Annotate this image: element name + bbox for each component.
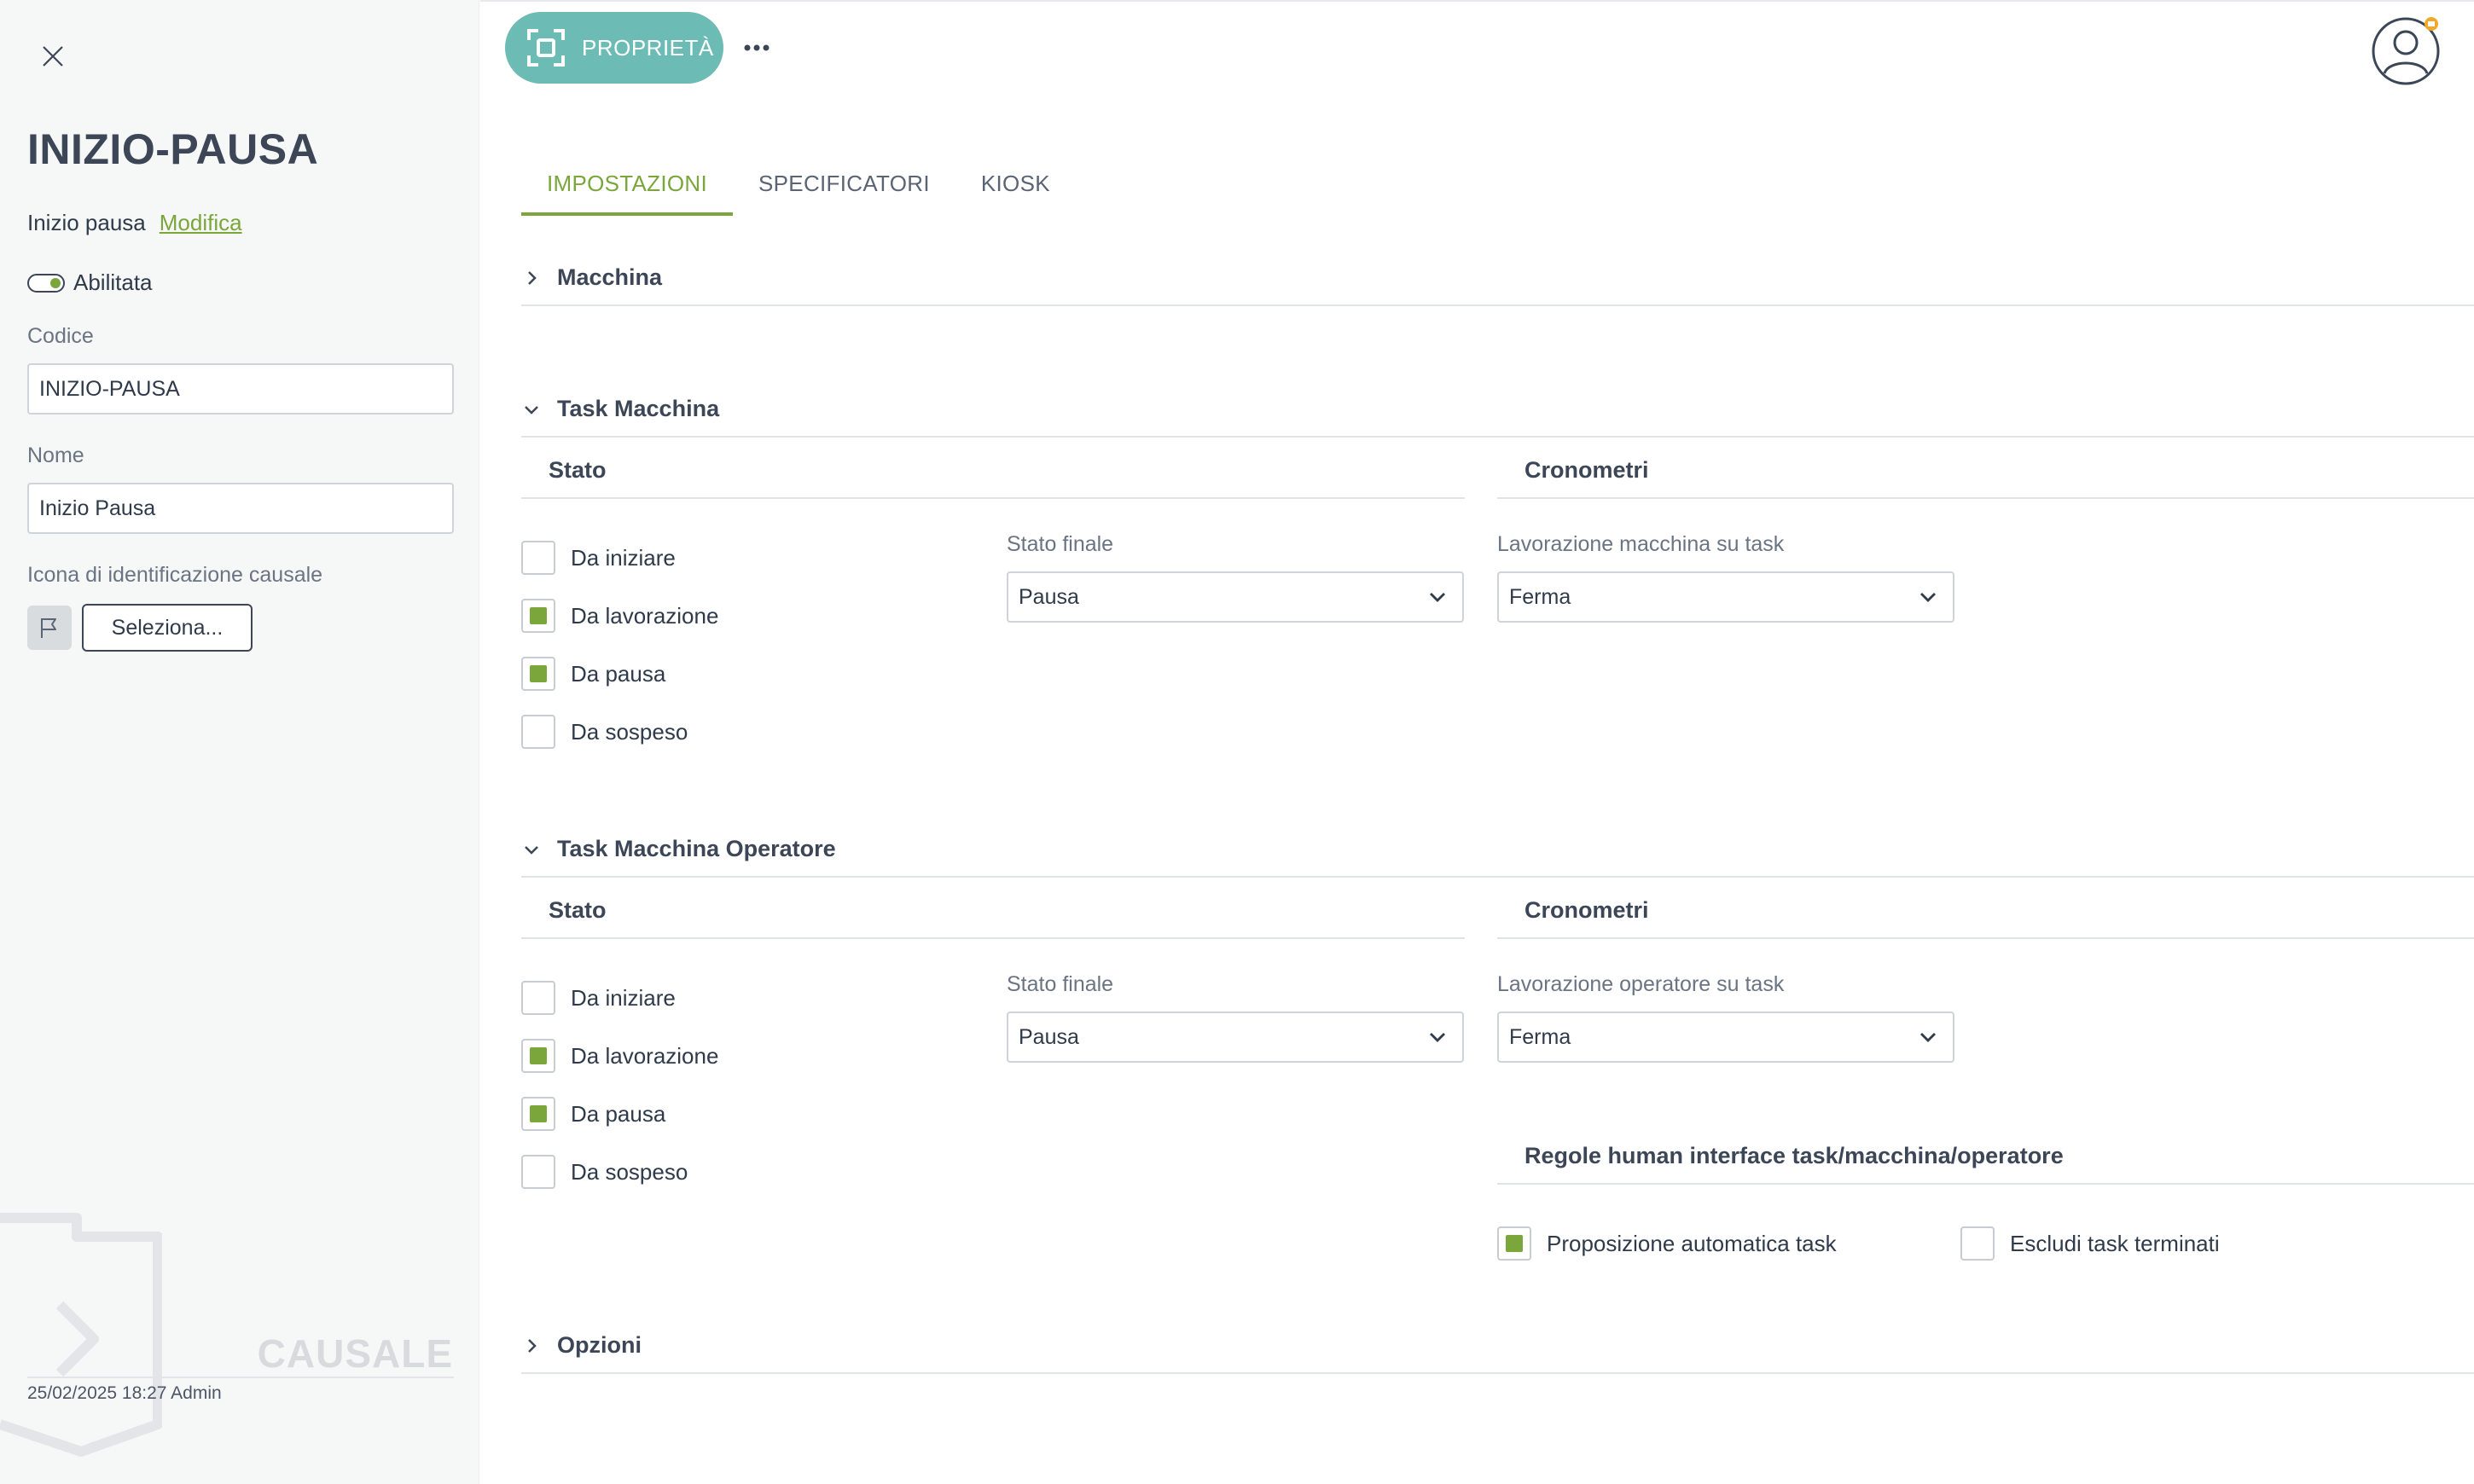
description-row: Inizio pausa Modifica	[27, 210, 242, 236]
chevron-down-icon	[525, 845, 538, 855]
footer-divider	[27, 1377, 454, 1378]
close-button[interactable]	[38, 41, 68, 72]
tmo-final-state-label: Stato finale	[1007, 972, 1114, 996]
more-options-button[interactable]	[736, 32, 777, 63]
edit-link[interactable]: Modifica	[160, 210, 242, 236]
tab-bar: IMPOSTAZIONI SPECIFICATORI KIOSK	[521, 160, 1076, 216]
tmo-checkbox-da-pausa[interactable]: Da pausa	[521, 1097, 665, 1131]
chevron-down-icon	[1430, 1033, 1445, 1042]
tm-final-state-select[interactable]: Pausa	[1007, 571, 1464, 623]
tmo-timer-select[interactable]: Ferma	[1497, 1012, 1954, 1063]
code-input[interactable]	[27, 363, 454, 414]
section-macchina-title: Macchina	[557, 264, 663, 290]
user-icon	[2372, 17, 2440, 85]
selected-value: Pausa	[1019, 1024, 1079, 1049]
cause-watermark-icon	[0, 1213, 162, 1457]
tmo-state-header: Stato	[521, 897, 1465, 939]
tm-timer-select[interactable]: Ferma	[1497, 571, 1954, 623]
section-opzioni[interactable]: Opzioni	[521, 1332, 2474, 1374]
tab-specificatori[interactable]: SPECIFICATORI	[733, 160, 955, 216]
enabled-toggle-row: Abilitata	[27, 270, 153, 296]
tm-checkbox-da-sospeso[interactable]: Da sospeso	[521, 715, 688, 749]
section-task-macchina-operatore[interactable]: Task Macchina Operatore	[521, 836, 2474, 878]
tm-timer-label: Lavorazione macchina su task	[1497, 532, 1785, 556]
chevron-right-icon	[528, 270, 537, 285]
main-content: PROPRIETÀ IMPOSTAZIONI SPECIFICATORI KIO…	[480, 0, 2474, 1484]
enabled-label: Abilitata	[73, 270, 153, 295]
chevron-down-icon	[1920, 593, 1936, 602]
tmo-final-state-select[interactable]: Pausa	[1007, 1012, 1464, 1063]
checkbox[interactable]	[521, 715, 555, 749]
checkbox-label: Da sospeso	[571, 718, 688, 745]
causale-watermark: CAUSALE	[257, 1331, 453, 1376]
section-opzioni-title: Opzioni	[557, 1332, 642, 1358]
tmo-checkbox-da-lavorazione[interactable]: Da lavorazione	[521, 1039, 718, 1073]
properties-button[interactable]: PROPRIETÀ	[505, 12, 723, 84]
checkbox[interactable]	[521, 657, 555, 691]
selected-value: Pausa	[1019, 584, 1079, 609]
tab-kiosk[interactable]: KIOSK	[955, 160, 1076, 216]
checkbox-label: Proposizione automatica task	[1547, 1230, 1837, 1256]
tm-checkbox-da-iniziare[interactable]: Da iniziare	[521, 541, 676, 575]
close-icon	[43, 46, 63, 67]
checkbox-label: Escludi task terminati	[2010, 1230, 2220, 1256]
tm-final-state-label: Stato finale	[1007, 532, 1114, 556]
checkbox-label: Da iniziare	[571, 544, 676, 571]
user-avatar[interactable]	[2370, 15, 2442, 87]
task-macchina-timers-header: Cronometri	[1497, 457, 2474, 499]
chevron-down-icon	[1920, 1033, 1936, 1042]
tmo-checkbox-da-sospeso[interactable]: Da sospeso	[521, 1155, 688, 1189]
select-icon-button[interactable]: Seleziona...	[82, 604, 253, 652]
rule-checkbox-escludi-terminati[interactable]: Escludi task terminati	[1960, 1226, 2220, 1261]
description-text: Inizio pausa	[27, 210, 146, 235]
tmo-checkbox-da-iniziare[interactable]: Da iniziare	[521, 981, 676, 1015]
checkbox-label: Da sospeso	[571, 1158, 688, 1185]
tm-checkbox-da-lavorazione[interactable]: Da lavorazione	[521, 599, 718, 633]
panel-title: INIZIO-PAUSA	[27, 125, 319, 173]
detail-panel: INIZIO-PAUSA Inizio pausa Modifica Abili…	[0, 0, 479, 1484]
checkbox[interactable]	[1960, 1226, 1995, 1261]
checkbox-label: Da iniziare	[571, 984, 676, 1011]
chevron-down-icon	[525, 405, 538, 414]
more-horizontal-icon	[744, 44, 769, 51]
checkbox[interactable]	[521, 1155, 555, 1189]
name-label: Nome	[27, 443, 84, 467]
chevron-right-icon	[528, 1338, 537, 1353]
tm-checkbox-da-pausa[interactable]: Da pausa	[521, 657, 665, 691]
checkbox-label: Da lavorazione	[571, 1042, 719, 1069]
tmo-rules-header: Regole human interface task/macchina/ope…	[1497, 1143, 2474, 1185]
selected-value: Ferma	[1509, 1024, 1571, 1049]
last-modified: 25/02/2025 18:27 Admin	[27, 1383, 222, 1403]
flag-icon	[41, 618, 56, 638]
checkbox[interactable]	[521, 981, 555, 1015]
section-task-macchina[interactable]: Task Macchina	[521, 396, 2474, 438]
task-macchina-state-header: Stato	[521, 457, 1465, 499]
rule-checkbox-proposizione-automatica[interactable]: Proposizione automatica task	[1497, 1226, 1837, 1261]
checkbox[interactable]	[521, 1039, 555, 1073]
checkbox-label: Da pausa	[571, 660, 666, 687]
tmo-timers-header: Cronometri	[1497, 897, 2474, 939]
chevron-down-icon	[1430, 593, 1445, 602]
checkbox[interactable]	[521, 599, 555, 633]
focus-frame-icon	[527, 29, 565, 67]
tmo-timer-label: Lavorazione operatore su task	[1497, 972, 1785, 996]
name-input[interactable]	[27, 483, 454, 534]
checkbox-label: Da lavorazione	[571, 602, 719, 629]
icon-label: Icona di identificazione causale	[27, 563, 323, 587]
properties-label: PROPRIETÀ	[582, 34, 714, 61]
selected-value: Ferma	[1509, 584, 1571, 609]
section-task-macchina-operatore-title: Task Macchina Operatore	[557, 836, 836, 861]
checkbox-label: Da pausa	[571, 1100, 666, 1127]
code-label: Codice	[27, 324, 94, 348]
cause-icon-preview	[27, 606, 72, 650]
section-macchina[interactable]: Macchina	[521, 264, 2474, 306]
checkbox[interactable]	[1497, 1226, 1531, 1261]
enabled-toggle[interactable]	[27, 273, 65, 293]
tab-impostazioni[interactable]: IMPOSTAZIONI	[521, 160, 734, 216]
section-task-macchina-title: Task Macchina	[557, 396, 720, 421]
checkbox[interactable]	[521, 541, 555, 575]
checkbox[interactable]	[521, 1097, 555, 1131]
